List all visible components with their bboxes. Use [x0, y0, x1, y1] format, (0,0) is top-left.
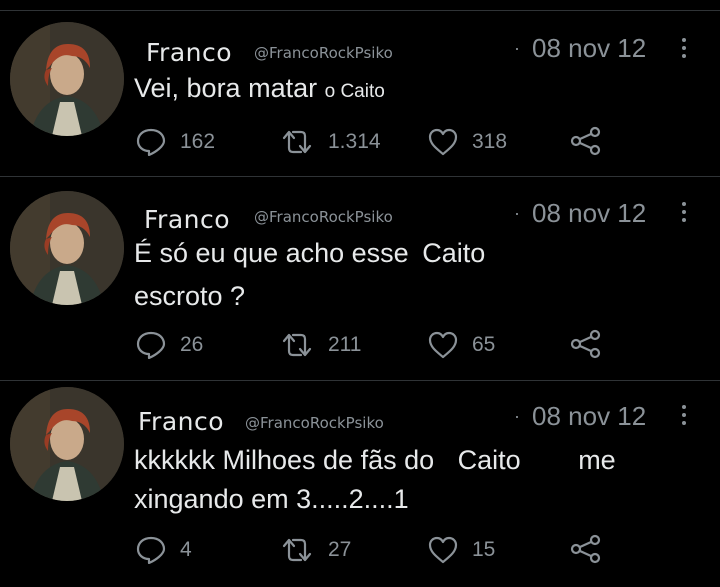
share-icon: [570, 329, 601, 359]
avatar[interactable]: [10, 191, 124, 305]
tweet-text-a: kkkkkk Milhoes de fãs do: [134, 445, 435, 475]
retweet-count: 27: [328, 538, 352, 561]
tweet-date[interactable]: 08 nov 12: [532, 198, 646, 229]
reply-button[interactable]: 162: [136, 128, 215, 156]
reply-count: 162: [180, 130, 216, 153]
like-count: 65: [472, 333, 496, 356]
like-button[interactable]: 15: [428, 536, 495, 564]
reply-icon: [136, 536, 166, 564]
like-count: 318: [472, 130, 508, 153]
share-button[interactable]: [570, 126, 602, 156]
avatar[interactable]: [10, 387, 124, 501]
reply-icon: [136, 128, 166, 156]
tweet-date[interactable]: 08 nov 12: [532, 401, 646, 432]
author-name[interactable]: Franco: [146, 38, 232, 67]
retweet-icon: [282, 538, 312, 562]
retweet-button[interactable]: 1.314: [280, 128, 381, 156]
tweet-text-line1: Vei, bora matar o Caito: [134, 73, 385, 104]
reply-count: 26: [180, 333, 204, 356]
tweet-date[interactable]: 08 nov 12: [532, 33, 646, 64]
tweet-text-line2: escroto ?: [134, 281, 246, 311]
avatar[interactable]: [10, 22, 124, 136]
reply-button[interactable]: 26: [136, 331, 203, 359]
retweet-button[interactable]: 211: [280, 331, 361, 359]
reply-icon: [136, 331, 166, 359]
tweet-text-b: Caito: [422, 238, 486, 268]
share-button[interactable]: [570, 329, 602, 359]
share-button[interactable]: [570, 534, 602, 564]
author-name[interactable]: Franco: [138, 407, 224, 436]
tweet-1[interactable]: Franco @FrancoRockPsiko · 08 nov 12 Vei,…: [0, 0, 720, 175]
tweet-3[interactable]: Franco @FrancoRockPsiko · 08 nov 12 kkkk…: [0, 381, 720, 587]
separator-dot: ·: [514, 406, 520, 426]
tweet-text-line2: xingando em 3.....2....1: [134, 484, 409, 514]
reply-button[interactable]: 4: [136, 536, 192, 564]
heart-icon: [428, 128, 458, 156]
separator-dot: ·: [514, 38, 520, 58]
tweet-text-line1: É só eu que acho esse Caito: [134, 238, 485, 269]
avatar-portrait: [10, 387, 124, 501]
reply-count: 4: [180, 538, 192, 561]
tweet-text-a: É só eu que acho esse: [134, 238, 409, 268]
tweet-text-b: o Caito: [324, 81, 385, 102]
tweet-text-b: Caito: [457, 445, 521, 475]
tweet-text-c: me: [578, 445, 616, 475]
tweet-2[interactable]: Franco @FrancoRockPsiko · 08 nov 12 É só…: [0, 177, 720, 380]
tweet-text-line1: kkkkkk Milhoes de fãs do Caito me: [134, 445, 616, 476]
like-count: 15: [472, 538, 496, 561]
retweet-count: 211: [328, 333, 362, 356]
tweet-text-a: Vei, bora matar: [134, 73, 318, 103]
heart-icon: [428, 331, 458, 359]
retweet-count: 1.314: [328, 130, 381, 153]
more-vertical-icon[interactable]: [681, 202, 687, 226]
share-icon: [570, 126, 601, 156]
more-vertical-icon[interactable]: [681, 38, 687, 62]
like-button[interactable]: 65: [428, 331, 495, 359]
retweet-button[interactable]: 27: [280, 536, 351, 564]
author-handle[interactable]: @FrancoRockPsiko: [254, 208, 393, 226]
author-handle[interactable]: @FrancoRockPsiko: [245, 414, 384, 432]
retweet-icon: [282, 333, 312, 357]
like-button[interactable]: 318: [428, 128, 507, 156]
separator-dot: ·: [514, 203, 520, 223]
more-vertical-icon[interactable]: [681, 405, 687, 429]
avatar-portrait: [10, 22, 124, 136]
retweet-icon: [282, 130, 312, 154]
share-icon: [570, 534, 601, 564]
heart-icon: [428, 536, 458, 564]
avatar-portrait: [10, 191, 124, 305]
author-name[interactable]: Franco: [144, 205, 230, 234]
author-handle[interactable]: @FrancoRockPsiko: [254, 44, 393, 62]
